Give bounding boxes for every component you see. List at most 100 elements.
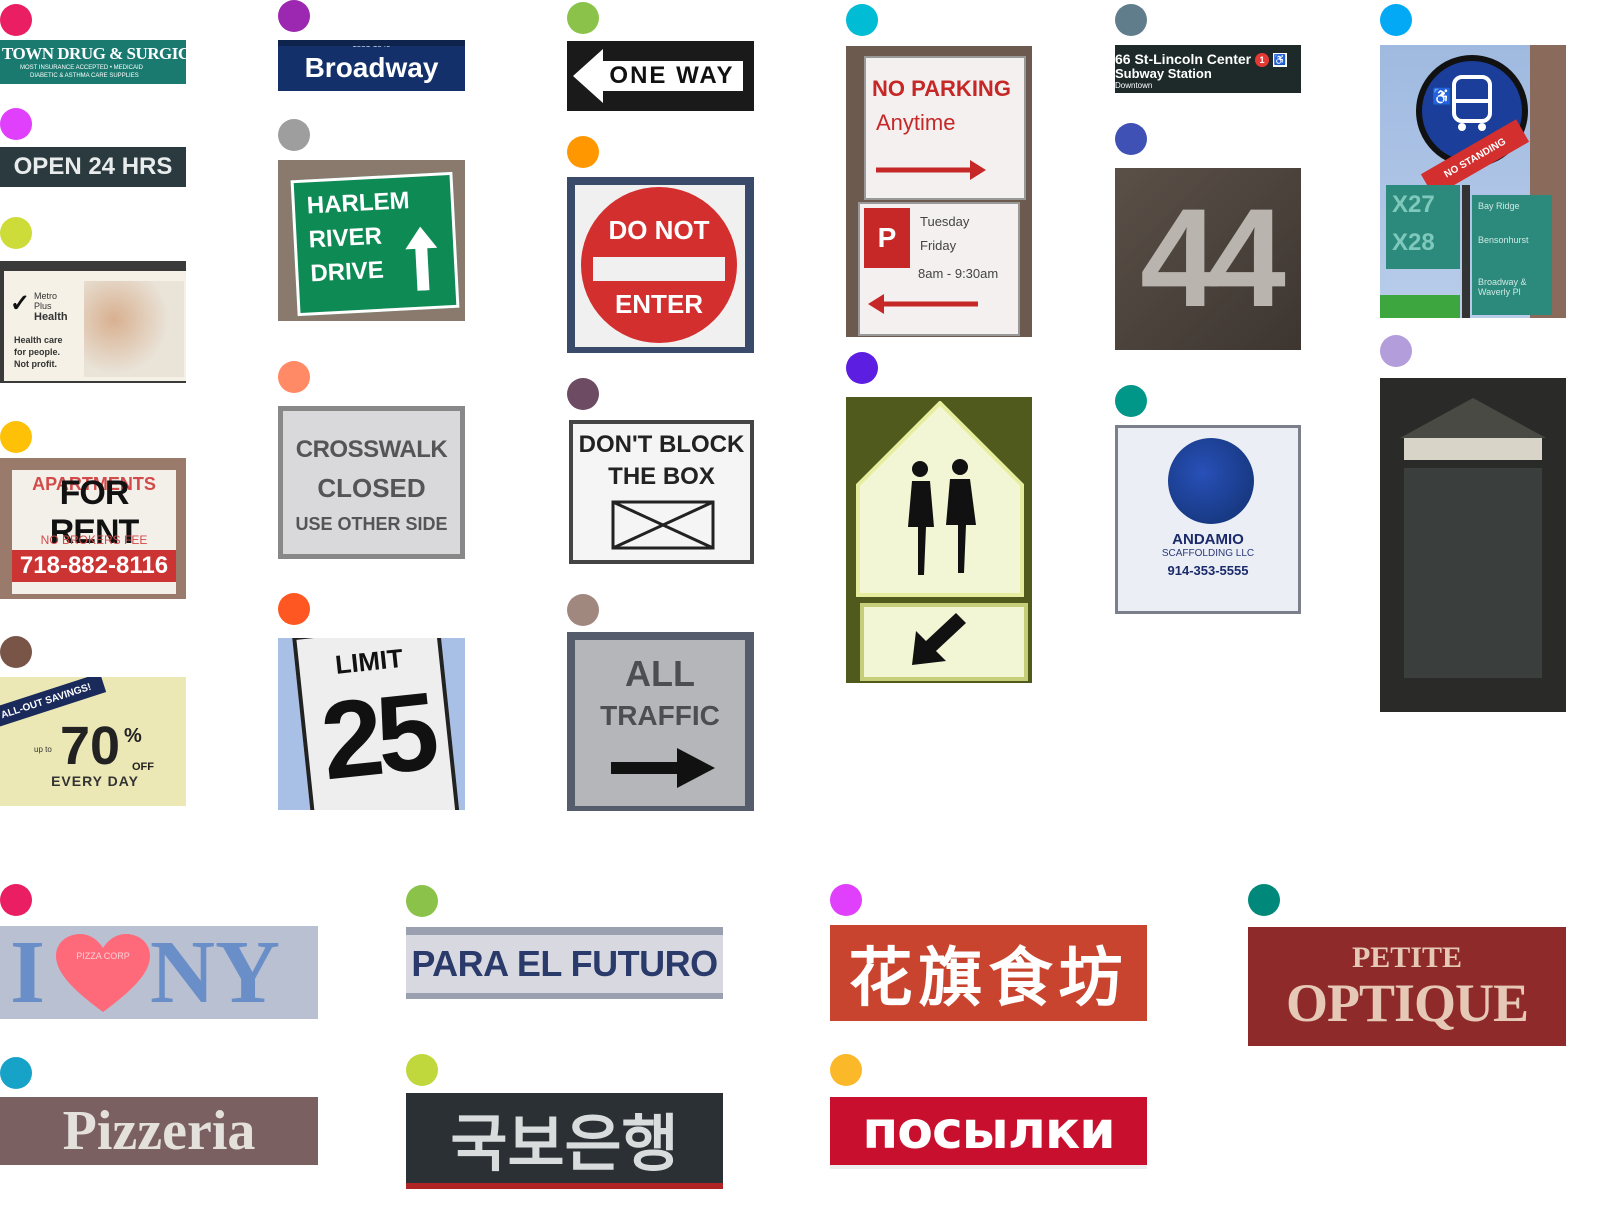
marker-dot (0, 421, 32, 453)
no-parking-panel: NO PARKING Anytime (864, 56, 1026, 200)
building-number-44: 44 (1115, 168, 1301, 350)
marker-dot (0, 1057, 32, 1089)
for-rent-sign: APARTMENTS FOR RENT NO BROKERS FEE 718-8… (0, 458, 186, 599)
crosswalk-closed-sign: CROSSWALK CLOSED USE OTHER SIDE (278, 406, 465, 559)
sign-line: DO NOT (608, 214, 710, 245)
accessibility-icon: ♿ (1273, 53, 1287, 67)
destination: Broadway & Waverly Pl (1478, 277, 1527, 297)
bus-stop-sign: ♿ NO STANDING X27 X28 Bay Ridge Bensonhu… (1380, 45, 1566, 318)
broadway-street-sign: 1331-1349 Broadway (278, 40, 465, 91)
speed-plate: LIMIT 25 (292, 638, 460, 810)
sign-line: PETITE (1351, 941, 1463, 974)
phone-number: 718-882-8116 (12, 550, 176, 582)
up-arrow-icon (405, 226, 438, 291)
marker-dot (0, 4, 32, 36)
marker-dot (0, 217, 32, 249)
marker-dot (0, 108, 32, 140)
destination: Bensonhurst (1478, 235, 1529, 245)
marker-dot (278, 119, 310, 151)
green-guide-panel: HARLEM RIVER DRIVE (290, 171, 460, 317)
children-photo (84, 281, 184, 377)
pizzeria-sign: Pizzeria (0, 1097, 318, 1165)
marker-dot (567, 594, 599, 626)
marker-dot (830, 884, 862, 916)
tagline: for people. (14, 347, 61, 357)
marker-dot (406, 1054, 438, 1086)
tow-away-panel: P Tuesday Friday 8am - 9:30am (858, 202, 1020, 336)
marker-dot (0, 636, 32, 668)
letter-i: I (10, 926, 46, 1019)
address-range: 1331-1349 (352, 40, 391, 49)
marker-dot (1115, 123, 1147, 155)
one-way-sign: ONE WAY (567, 41, 754, 111)
off-text: OFF (132, 761, 154, 773)
open-24-hrs-sign: OPEN 24 HRS (0, 147, 186, 187)
savings-ad: ALL-OUT SAVINGS! up to 70 % OFF EVERY DA… (0, 677, 186, 806)
sign-line: HARLEM (306, 187, 411, 220)
every-day-text: EVERY DAY (51, 773, 139, 789)
percent-sign: % (124, 725, 142, 747)
sign-subtext: MOST INSURANCE ACCEPTED • MEDICAID (20, 65, 144, 71)
petite-optique-sign: PETITE OPTIQUE (1248, 927, 1566, 1046)
station-subtitle: Subway Station (1115, 66, 1212, 81)
sign-subtext: DIABETIC & ASTHMA CARE SUPPLIES (30, 73, 139, 79)
sign-line: ENTER (614, 288, 704, 319)
phone-number: 914-353-5555 (1167, 562, 1249, 578)
marker-dot (1380, 335, 1412, 367)
down-left-arrow-icon (912, 613, 966, 665)
right-arrow-icon (876, 160, 986, 180)
sign-line: DON'T BLOCK (578, 431, 745, 458)
green-foliage (1380, 295, 1460, 318)
church-notice-board (1380, 378, 1566, 712)
sign-line: TRAFFIC (600, 700, 720, 731)
letters-ny: NY (150, 926, 280, 1019)
sign-line: THE BOX (608, 463, 715, 490)
destination: Bay Ridge (1478, 201, 1520, 211)
para-el-futuro-sign: PARA EL FUTURO (406, 927, 723, 999)
tagline: Not profit. (14, 359, 57, 369)
russian-parcels-sign: посылки (830, 1097, 1147, 1169)
globe-icon (1168, 438, 1254, 524)
sign-pole (1462, 185, 1470, 318)
dont-block-the-box-sign: DON'T BLOCK THE BOX (569, 420, 754, 564)
bus-icon (1452, 75, 1492, 131)
korean-bank-sign: 국보은행 (406, 1093, 723, 1189)
sign-day: Tuesday (920, 214, 970, 229)
sign-line: DRIVE (309, 256, 385, 288)
andamio-scaffolding-sign: ANDAMIO SCAFFOLDING LLC 914-353-5555 (1115, 425, 1301, 614)
town-drug-sign: TOWN DRUG & SURGICAL MOST INSURANCE ACCE… (0, 40, 186, 84)
destination-panel: Bay Ridge Bensonhurst Broadway & Waverly… (1472, 195, 1552, 315)
direction: Downtown (1115, 81, 1153, 90)
no-parking-sign: NO PARKING Anytime P Tuesday Friday 8am … (846, 46, 1032, 337)
right-arrow-icon (611, 748, 715, 788)
subway-station-sign: 66 St-Lincoln Center 1 ♿ Subway Station … (1115, 45, 1301, 93)
chinese-restaurant-sign: 花旗食坊 (830, 925, 1147, 1021)
sign-line: NO BROKERS FEE (40, 533, 148, 547)
metroplus-ad: ✓ Metro Plus Health Health care for peop… (0, 261, 186, 383)
harlem-river-drive-sign: HARLEM RIVER DRIVE (278, 160, 465, 321)
marker-dot (846, 352, 878, 384)
marker-dot (1248, 884, 1280, 916)
route-panel: X27 X28 (1386, 185, 1460, 269)
all-traffic-sign: ALL TRAFFIC (567, 632, 754, 811)
street-name: Broadway (304, 52, 439, 83)
marker-dot (278, 361, 310, 393)
i-love-ny-sign: I PIZZA CORP NY (0, 926, 318, 1019)
marker-dot (406, 885, 438, 917)
marker-dot (1115, 385, 1147, 417)
company-subtitle: SCAFFOLDING LLC (1161, 547, 1255, 559)
board-peak (1400, 398, 1546, 438)
sign-line: USE OTHER SIDE (295, 513, 448, 534)
brand-text: Health (34, 311, 68, 323)
board-header (1404, 438, 1542, 460)
wheelchair-icon: ♿ (1432, 89, 1452, 106)
left-arrow-icon (868, 294, 978, 314)
marker-dot (567, 2, 599, 34)
marker-dot (567, 136, 599, 168)
pedestrians-icon (908, 459, 976, 575)
box-x-icon (611, 500, 715, 550)
rent-panel: APARTMENTS FOR RENT NO BROKERS FEE 718-8… (12, 470, 176, 594)
sign-line: CROSSWALK (295, 436, 448, 463)
marker-dot (278, 593, 310, 625)
white-bar (593, 257, 725, 281)
